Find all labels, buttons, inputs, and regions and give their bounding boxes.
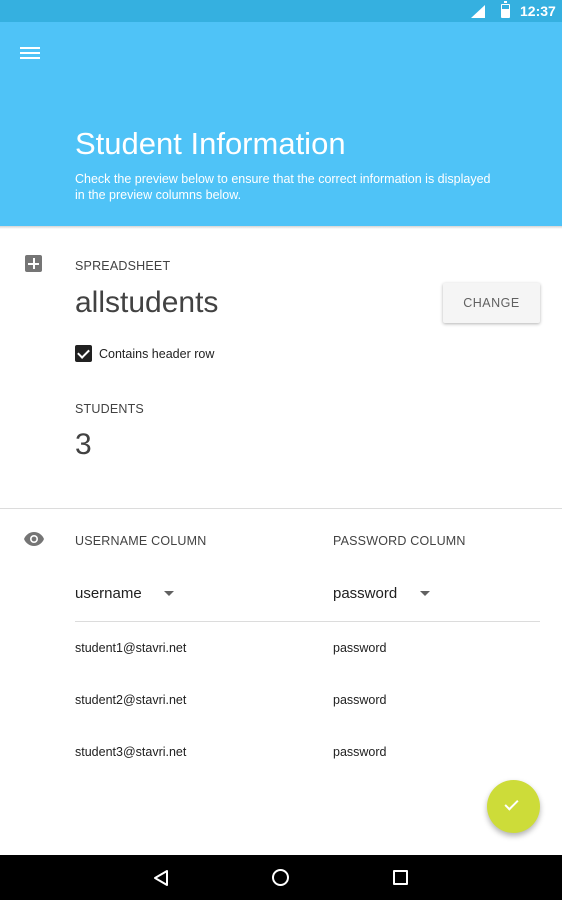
header-shadow	[0, 226, 562, 229]
chevron-down-icon	[164, 591, 174, 596]
battery-icon	[501, 1, 510, 18]
spreadsheet-name: allstudents	[75, 286, 219, 319]
page-subtitle: Check the preview below to ensure that t…	[75, 172, 491, 202]
page-title: Student Information	[75, 126, 346, 161]
eye-icon	[24, 532, 44, 546]
recent-apps-icon[interactable]	[393, 870, 408, 885]
students-label: STUDENTS	[75, 402, 144, 416]
menu-icon[interactable]	[20, 47, 40, 61]
table-cell-password: password	[333, 693, 387, 707]
confirm-fab-button[interactable]	[487, 780, 540, 833]
grid-plus-icon	[25, 255, 42, 272]
status-time: 12:37	[520, 3, 556, 19]
table-cell-username: student3@stavri.net	[75, 745, 187, 759]
section-divider	[0, 508, 562, 509]
app-header: Student Information Check the preview be…	[0, 22, 562, 226]
status-bar: 12:37	[0, 0, 562, 22]
check-icon	[504, 796, 519, 811]
header-row-label: Contains header row	[99, 347, 215, 361]
signal-icon	[471, 5, 485, 18]
username-select-value: username	[75, 585, 142, 602]
chevron-down-icon	[420, 591, 430, 596]
home-icon[interactable]	[272, 869, 289, 886]
password-column-select[interactable]: password	[333, 585, 430, 603]
spreadsheet-label: SPREADSHEET	[75, 259, 171, 273]
username-column-select[interactable]: username	[75, 585, 174, 603]
password-column-label: PASSWORD COLUMN	[333, 534, 466, 548]
password-select-value: password	[333, 585, 398, 602]
change-button[interactable]: CHANGE	[443, 283, 540, 323]
username-column-label: USERNAME COLUMN	[75, 534, 207, 548]
table-cell-password: password	[333, 745, 387, 759]
table-cell-username: student2@stavri.net	[75, 693, 187, 707]
header-row-checkbox[interactable]	[75, 345, 92, 362]
table-cell-password: password	[333, 641, 387, 655]
table-divider	[75, 621, 540, 622]
back-icon[interactable]	[152, 869, 170, 887]
students-count: 3	[75, 428, 92, 461]
table-cell-username: student1@stavri.net	[75, 641, 187, 655]
navigation-bar	[0, 855, 562, 900]
